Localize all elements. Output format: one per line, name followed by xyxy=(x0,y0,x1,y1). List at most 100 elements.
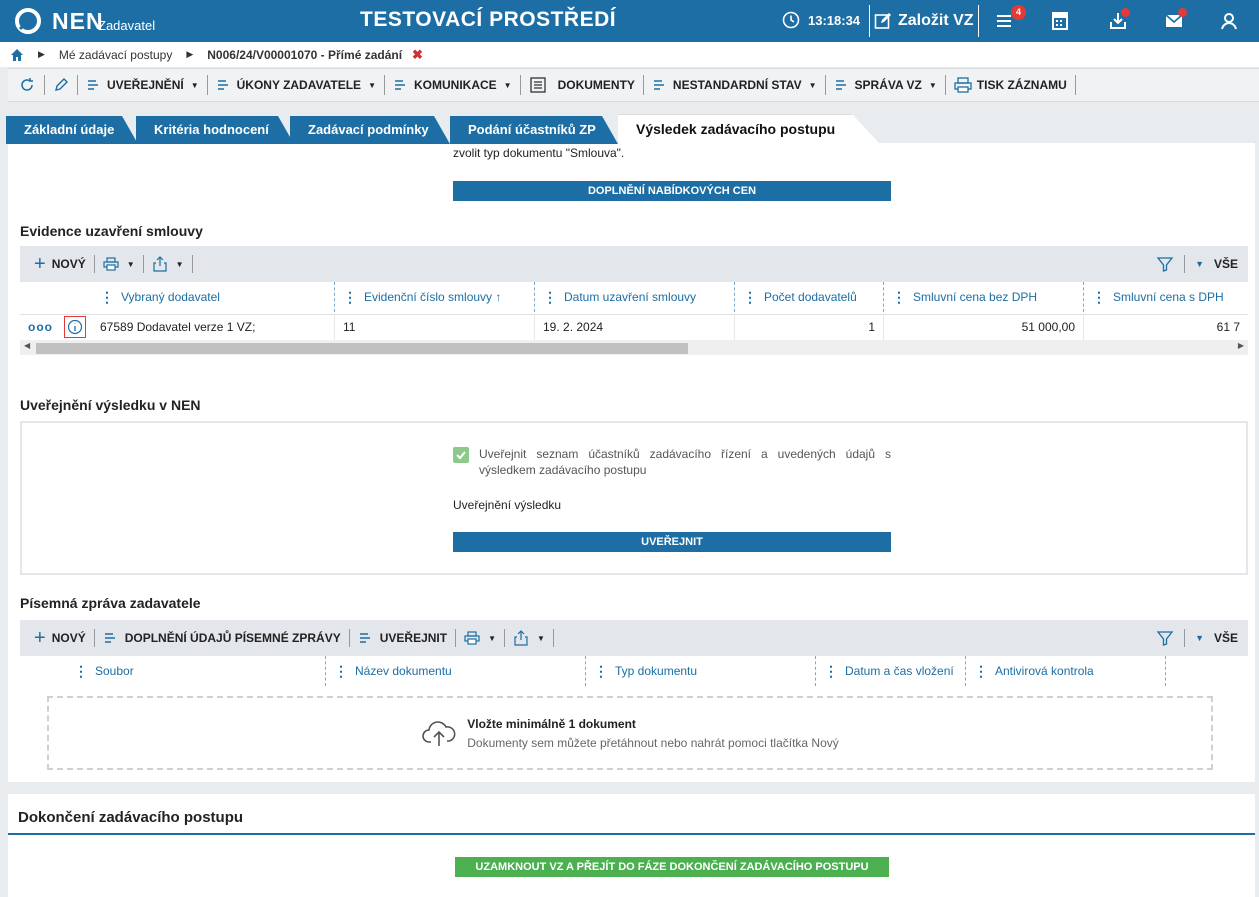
clock-icon xyxy=(782,11,800,29)
scroll-right-icon[interactable]: ▶ xyxy=(1238,341,1244,350)
evidence-print-menu[interactable]: ▼ xyxy=(95,255,144,273)
col-cena-bez-dph[interactable]: ⋮ Smluvní cena bez DPH xyxy=(884,282,1084,312)
cloud-upload-icon xyxy=(422,721,456,746)
caret-down-icon: ▼ xyxy=(503,80,512,90)
cell-pocet: 1 xyxy=(735,315,884,340)
tab-vysledek[interactable]: Výsledek zadávacího postupu xyxy=(618,114,880,144)
evidence-export-menu[interactable]: ▼ xyxy=(144,255,193,273)
menu-ukony[interactable]: ÚKONY ZADAVATELE ▼ xyxy=(208,75,385,95)
report-print-menu[interactable]: ▼ xyxy=(456,629,506,647)
publication-box: Uveřejnit seznam účastníků zadávacího ří… xyxy=(20,421,1248,575)
col-evidencni-cislo[interactable]: ⋮ Evidenční číslo smlouvy ↑ xyxy=(335,282,535,312)
tab-zakladni-udaje[interactable]: Základní údaje xyxy=(6,116,138,144)
evidence-new-button[interactable]: + NOVÝ xyxy=(20,253,95,275)
horizontal-scrollbar[interactable]: ◀ ▶ xyxy=(20,340,1248,355)
breadcrumb-separator-icon: ▶ xyxy=(38,49,45,59)
divider xyxy=(1184,629,1186,647)
caret-down-icon[interactable]: ▼ xyxy=(1195,259,1204,269)
evidence-all-label[interactable]: VŠE xyxy=(1214,257,1238,271)
completion-panel: Dokončení zadávacího postupu UZAMKNOUT V… xyxy=(8,794,1255,897)
column-menu-icon: ⋮ xyxy=(892,288,906,305)
menu-uverejneni[interactable]: UVEŘEJNĚNÍ ▼ xyxy=(78,75,208,95)
scroll-left-icon[interactable]: ◀ xyxy=(24,341,30,350)
home-icon[interactable] xyxy=(10,48,24,62)
col-pocet-dodavatelu[interactable]: ⋮ Počet dodavatelů xyxy=(735,282,884,312)
caret-down-icon: ▼ xyxy=(488,633,497,643)
evidence-grid-toolbar: + NOVÝ ▼ ▼ ▼ VŠE xyxy=(20,246,1248,282)
menu-sprava-vz[interactable]: SPRÁVA VZ ▼ xyxy=(826,75,946,95)
nen-logo[interactable]: NEN xyxy=(14,7,104,35)
report-new-button[interactable]: + NOVÝ xyxy=(20,627,95,649)
report-publish-button[interactable]: UVEŘEJNIT xyxy=(350,629,457,647)
user-icon[interactable] xyxy=(1218,10,1240,32)
report-all-label[interactable]: VŠE xyxy=(1214,631,1238,645)
tab-kriteria-hodnoceni[interactable]: Kritéria hodnocení xyxy=(136,116,294,144)
edit-icon xyxy=(874,13,891,29)
col-typ-dokumentu[interactable]: ⋮ Typ dokumentu xyxy=(586,656,816,686)
environment-title: TESTOVACÍ PROSTŘEDÍ xyxy=(360,8,617,31)
document-type-note: zvolit typ dokumentu "Smlouva". xyxy=(453,146,625,160)
col-nazev-dokumentu[interactable]: ⋮ Název dokumentu xyxy=(326,656,586,686)
edit-button[interactable] xyxy=(45,75,78,95)
publication-subheading: Uveřejnění výsledku xyxy=(453,498,562,512)
col-cena-bez-dph-label: Smluvní cena bez DPH xyxy=(913,290,1038,304)
filter-icon[interactable] xyxy=(1156,629,1174,647)
col-soubor[interactable]: ⋮ Soubor xyxy=(66,656,326,686)
breadcrumb-my-procedures[interactable]: Mé zadávací postupy xyxy=(59,48,172,62)
col-soubor-label: Soubor xyxy=(95,664,134,678)
tab-zadavaci-podminky[interactable]: Zadávací podmínky xyxy=(290,116,450,144)
menu-nestandardni-label: NESTANDARDNÍ STAV xyxy=(672,78,802,92)
list-icon xyxy=(835,80,846,90)
list-icon xyxy=(359,633,370,643)
menu-sprava-label: SPRÁVA VZ xyxy=(854,78,922,92)
menu-dokumenty[interactable]: DOKUMENTY xyxy=(521,75,644,95)
report-doplneni-button[interactable]: DOPLNĚNÍ ÚDAJŮ PÍSEMNÉ ZPRÁVY xyxy=(95,629,350,647)
create-vz-label: Založit VZ xyxy=(898,12,974,29)
create-vz-button[interactable]: Založit VZ xyxy=(869,5,979,37)
row-actions-icon[interactable]: ooo xyxy=(20,315,62,340)
uverejnit-button[interactable]: UVEŘEJNIT xyxy=(453,532,891,552)
doplneni-nabidkovych-cen-button[interactable]: DOPLNĚNÍ NABÍDKOVÝCH CEN xyxy=(453,181,891,201)
lock-and-complete-button[interactable]: UZAMKNOUT VZ A PŘEJÍT DO FÁZE DOKONČENÍ … xyxy=(455,857,889,877)
evidence-new-label: NOVÝ xyxy=(51,257,86,271)
close-icon[interactable]: ✖ xyxy=(412,47,423,63)
scrollbar-thumb[interactable] xyxy=(36,343,688,354)
caret-down-icon[interactable]: ▼ xyxy=(1195,633,1204,643)
report-grid-header: ⋮ Soubor ⋮ Název dokumentu ⋮ Typ dokumentu … xyxy=(20,656,1248,688)
export-icon xyxy=(514,630,528,646)
row-info-button[interactable] xyxy=(62,315,92,340)
document-dropzone[interactable]: Vložte minimálně 1 dokument Dokumenty se… xyxy=(47,696,1213,770)
column-menu-icon: ⋮ xyxy=(743,288,757,305)
calculator-icon[interactable] xyxy=(1049,10,1071,32)
document-icon xyxy=(529,77,546,93)
col-vybrany-dodavatel[interactable]: ⋮ Vybraný dodavatel xyxy=(92,282,335,312)
col-datum-vlozeni[interactable]: ⋮ Datum a čas vložení xyxy=(816,656,966,686)
col-antivirova-label: Antivirová kontrola xyxy=(995,664,1094,678)
inbox-alert-dot xyxy=(1121,8,1130,17)
notification-badge: 4 xyxy=(1011,5,1026,20)
col-cena-s-dph-label: Smluvní cena s DPH xyxy=(1113,290,1224,304)
col-pocet-dodavatelu-label: Počet dodavatelů xyxy=(764,290,857,304)
menu-komunikace[interactable]: KOMUNIKACE ▼ xyxy=(385,75,521,95)
column-menu-icon: ⋮ xyxy=(100,288,114,305)
brand-subtitle: Zadavatel xyxy=(98,18,156,33)
tab-podani-ucastniku[interactable]: Podání účastníků ZP xyxy=(450,116,618,144)
refresh-button[interactable] xyxy=(16,75,45,95)
col-datum-uzavreni-label: Datum uzavření smlouvy xyxy=(564,290,697,304)
dropzone-hint: Dokumenty sem můžete přetáhnout nebo nah… xyxy=(467,735,839,750)
caret-down-icon: ▼ xyxy=(175,259,184,269)
caret-down-icon: ▼ xyxy=(368,80,376,90)
list-icon xyxy=(217,80,228,90)
table-row[interactable]: ooo 67589 Dodavatel verze 1 VZ; 11 19. 2… xyxy=(20,314,1248,341)
menu-tisk-zaznamu[interactable]: TISK ZÁZNAMU xyxy=(946,75,1076,95)
col-cena-s-dph[interactable]: ⋮ Smluvní cena s DPH xyxy=(1084,282,1248,312)
col-antivirova-kontrola[interactable]: ⋮ Antivirová kontrola xyxy=(966,656,1166,686)
info-highlight xyxy=(64,316,86,338)
report-export-menu[interactable]: ▼ xyxy=(505,629,554,647)
menu-nestandardni-stav[interactable]: NESTANDARDNÍ STAV ▼ xyxy=(644,75,826,95)
filter-icon[interactable] xyxy=(1156,255,1174,273)
breadcrumb: ▶ Mé zadávací postupy ▶ N006/24/V0000107… xyxy=(0,42,1259,67)
col-datum-uzavreni[interactable]: ⋮ Datum uzavření smlouvy xyxy=(535,282,735,312)
publish-checkbox[interactable] xyxy=(453,447,469,463)
